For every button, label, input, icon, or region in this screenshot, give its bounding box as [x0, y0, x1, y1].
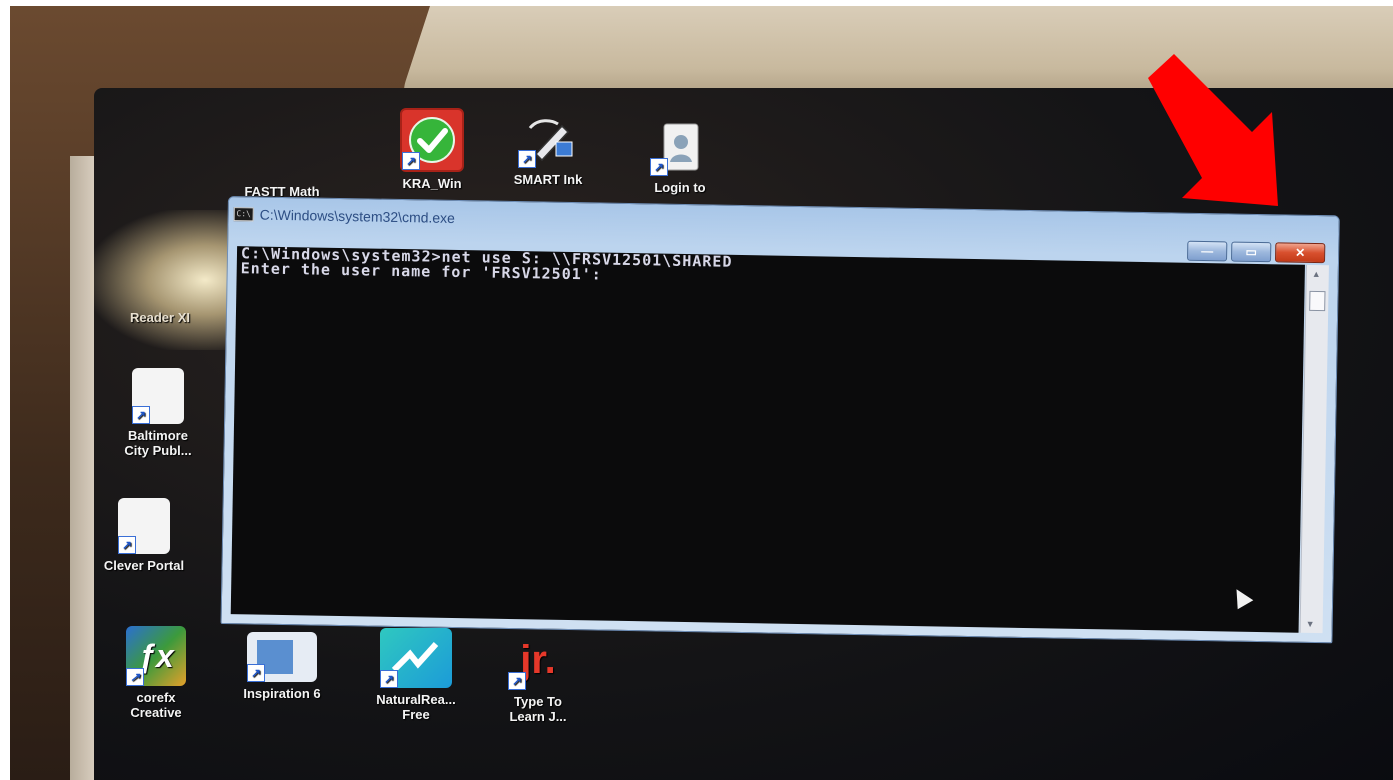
- cmd-app-icon: C:\: [233, 207, 254, 222]
- red-annotation-arrow-icon: [1148, 54, 1278, 206]
- desktop-icon-label-line1: NaturalRea...: [376, 692, 456, 707]
- document-shortcut-icon: ↗: [118, 498, 170, 554]
- desktop-icon-label: Reader XI: [130, 310, 190, 325]
- window-controls: — ▭ ✕: [1187, 240, 1326, 264]
- shortcut-arrow-icon: ↗: [518, 150, 536, 168]
- desktop-icon-reader[interactable]: Reader XI: [100, 310, 220, 325]
- desktop-icon-inspiration[interactable]: ↗ Inspiration 6: [222, 632, 342, 701]
- shortcut-arrow-icon: ↗: [402, 152, 420, 170]
- shortcut-arrow-icon: ↗: [126, 668, 144, 686]
- window-title: C:\Windows\system32\cmd.exe: [259, 206, 456, 226]
- desktop-icon-label-line2: Creative: [130, 705, 182, 720]
- desktop-icon-label-line1: Inspiration 6: [243, 686, 321, 701]
- maximize-button[interactable]: ▭: [1231, 241, 1272, 263]
- desktop-icon-corefx[interactable]: ƒx ↗ corefx Creative: [96, 626, 216, 720]
- login-badge-icon: ↗: [650, 116, 710, 176]
- shortcut-arrow-icon: ↗: [508, 672, 526, 690]
- naturalreader-icon: ↗: [380, 628, 452, 688]
- green-checkmark-icon: ↗: [400, 108, 464, 172]
- desktop-icon-login[interactable]: ↗ Login to: [620, 116, 740, 195]
- desktop-icon-clever-portal[interactable]: ↗ Clever Portal: [84, 498, 204, 573]
- desktop-icon-kra-win[interactable]: ↗ KRA_Win: [372, 108, 492, 191]
- console-output[interactable]: C:\Windows\system32>net use S: \\FRSV125…: [230, 246, 1305, 633]
- desktop-icon-label: Login to: [654, 180, 706, 195]
- close-button[interactable]: ✕: [1275, 242, 1326, 264]
- shortcut-arrow-icon: ↗: [650, 158, 668, 176]
- desktop-icon-label: Clever Portal: [103, 558, 185, 573]
- desktop-icon-label-line1: Type To: [514, 694, 562, 709]
- type-to-learn-icon: jr. ↗: [508, 630, 568, 690]
- corefx-icon: ƒx ↗: [126, 626, 186, 686]
- desktop-icon-smart-ink[interactable]: ↗ SMART Ink: [488, 108, 608, 187]
- shortcut-arrow-icon: ↗: [247, 664, 265, 682]
- desktop-icon-type-to-learn[interactable]: jr. ↗ Type To Learn J...: [478, 630, 598, 724]
- fastt-math-icon: [252, 120, 312, 180]
- desktop-icon-fastt-math[interactable]: FASTT Math: [222, 120, 342, 199]
- scroll-down-icon[interactable]: ▼: [1306, 619, 1315, 629]
- document-shortcut-icon: ↗: [132, 368, 184, 424]
- shortcut-arrow-icon: ↗: [118, 536, 136, 554]
- desktop-icon-naturalreader[interactable]: ↗ NaturalRea... Free: [356, 628, 476, 722]
- shortcut-arrow-icon: ↗: [132, 406, 150, 424]
- desktop-icon-label: KRA_Win: [402, 176, 462, 191]
- desktop-icon-baltimore[interactable]: ↗ Baltimore City Publ...: [98, 368, 218, 458]
- scroll-thumb[interactable]: [1309, 290, 1326, 312]
- shortcut-arrow-icon: ↗: [380, 670, 398, 688]
- desktop-icon-label-line2: Free: [402, 707, 430, 722]
- desktop-icon-label-line1: Baltimore: [128, 428, 188, 443]
- desktop-icon-label-line2: Learn J...: [509, 709, 567, 724]
- desktop-icon-label-line2: City Publ...: [124, 443, 192, 458]
- cmd-window[interactable]: C:\ C:\Windows\system32\cmd.exe — ▭ ✕ C:…: [220, 196, 1340, 644]
- desktop-icon-label: SMART Ink: [513, 172, 583, 187]
- scroll-up-icon[interactable]: ▲: [1312, 269, 1321, 279]
- desktop-icon-label-line1: corefx: [136, 690, 176, 705]
- minimize-button[interactable]: —: [1187, 240, 1228, 262]
- inspiration-icon: ↗: [247, 632, 317, 682]
- smart-ink-pen-icon: ↗: [518, 108, 578, 168]
